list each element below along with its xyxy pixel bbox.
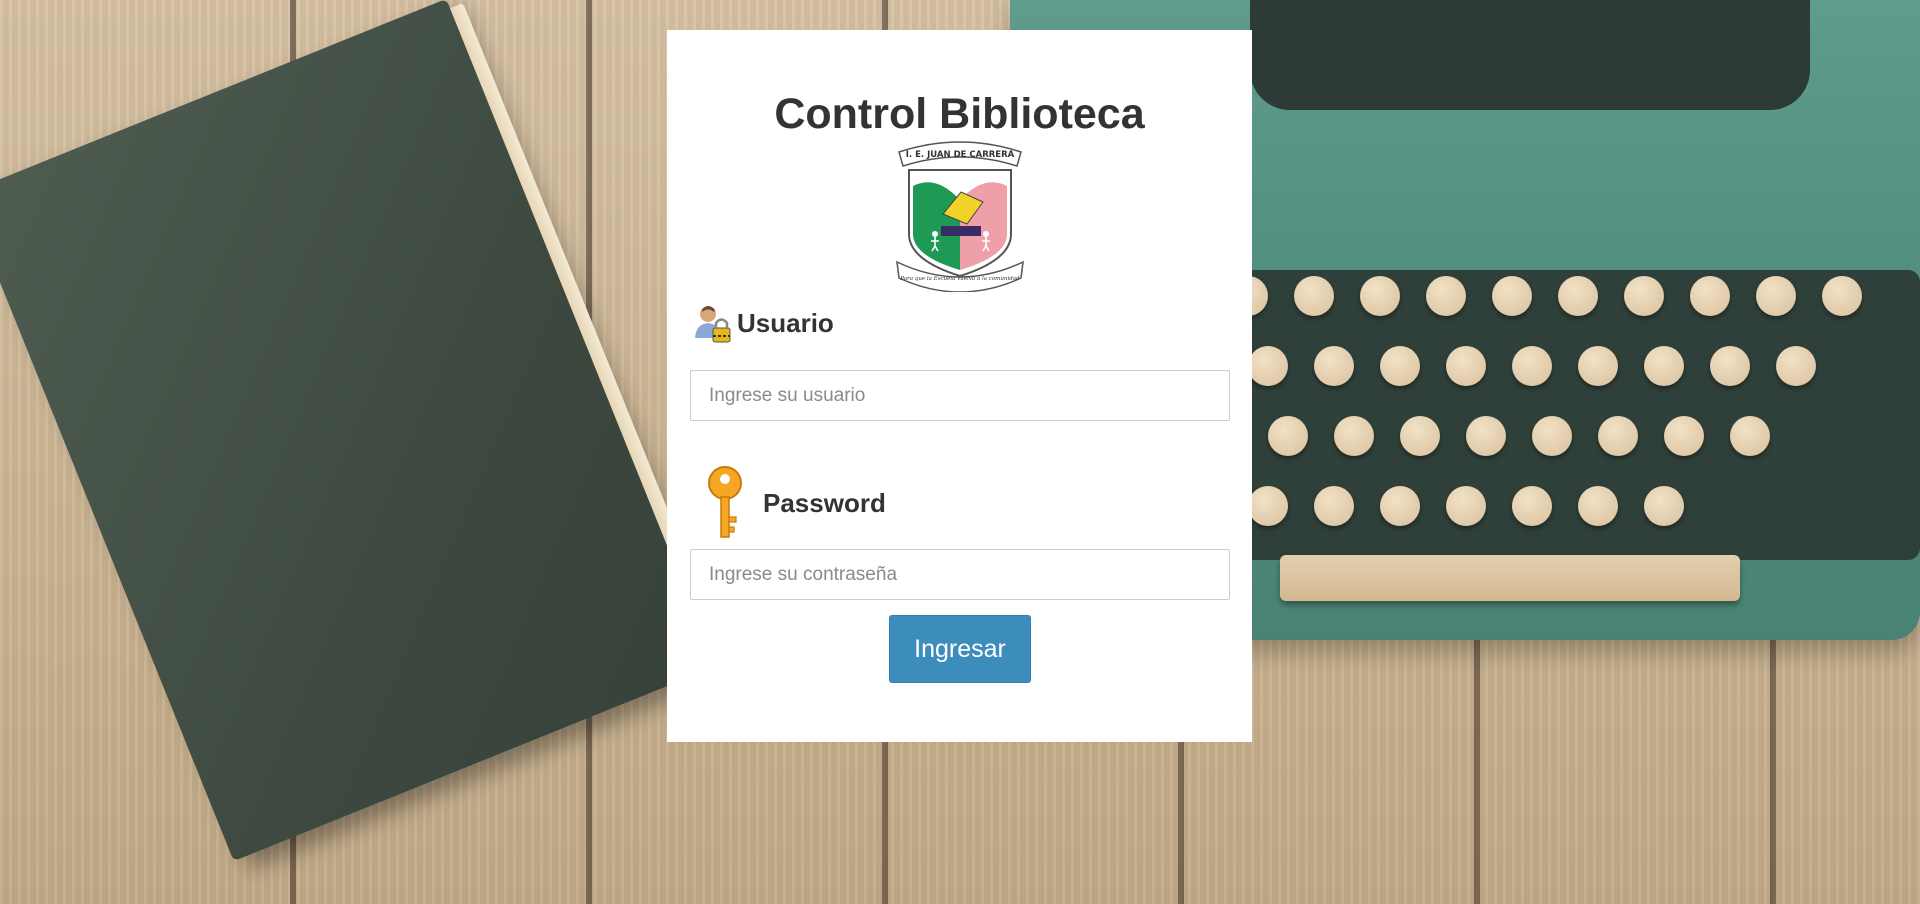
key	[1334, 416, 1374, 456]
login-card: Control Biblioteca I. E. JUAN DE CARRERA…	[667, 30, 1252, 742]
password-label: Password	[763, 487, 886, 518]
key	[1492, 276, 1532, 316]
key	[1248, 346, 1288, 386]
user-lock-icon	[695, 306, 731, 343]
key	[1644, 486, 1684, 526]
key-icon	[708, 466, 742, 538]
user-label-row: Usuario	[692, 302, 834, 344]
background-typewriter-top	[1250, 0, 1810, 110]
key	[1578, 486, 1618, 526]
key	[1532, 416, 1572, 456]
key	[1294, 276, 1334, 316]
key	[1598, 416, 1638, 456]
key	[1730, 416, 1770, 456]
key	[1446, 346, 1486, 386]
password-input[interactable]	[690, 549, 1230, 600]
key	[1380, 346, 1420, 386]
key	[1248, 486, 1288, 526]
key	[1426, 276, 1466, 316]
username-input[interactable]	[690, 370, 1230, 421]
key	[1512, 486, 1552, 526]
key	[1380, 486, 1420, 526]
key	[1776, 346, 1816, 386]
logo-banner-text: I. E. JUAN DE CARRERA	[906, 150, 1015, 160]
key	[1822, 276, 1862, 316]
password-label-row: Password	[705, 465, 886, 541]
key	[1624, 276, 1664, 316]
key	[1360, 276, 1400, 316]
user-label: Usuario	[737, 307, 834, 338]
key	[1558, 276, 1598, 316]
key	[1664, 416, 1704, 456]
background-typewriter-spacebar	[1280, 555, 1740, 601]
key	[1512, 346, 1552, 386]
key	[1446, 486, 1486, 526]
school-logo: I. E. JUAN DE CARRERA Para que la Escuel…	[896, 141, 1024, 292]
key	[1690, 276, 1730, 316]
key	[1314, 346, 1354, 386]
key	[1578, 346, 1618, 386]
background-book	[0, 0, 726, 862]
key	[1710, 346, 1750, 386]
key	[1466, 416, 1506, 456]
key	[1314, 486, 1354, 526]
logo-motto-text: Para que la Escuela vuelva a la comunida…	[899, 276, 1020, 282]
key	[1644, 346, 1684, 386]
key	[1756, 276, 1796, 316]
key	[1268, 416, 1308, 456]
key	[1400, 416, 1440, 456]
login-button[interactable]: Ingresar	[889, 615, 1031, 683]
